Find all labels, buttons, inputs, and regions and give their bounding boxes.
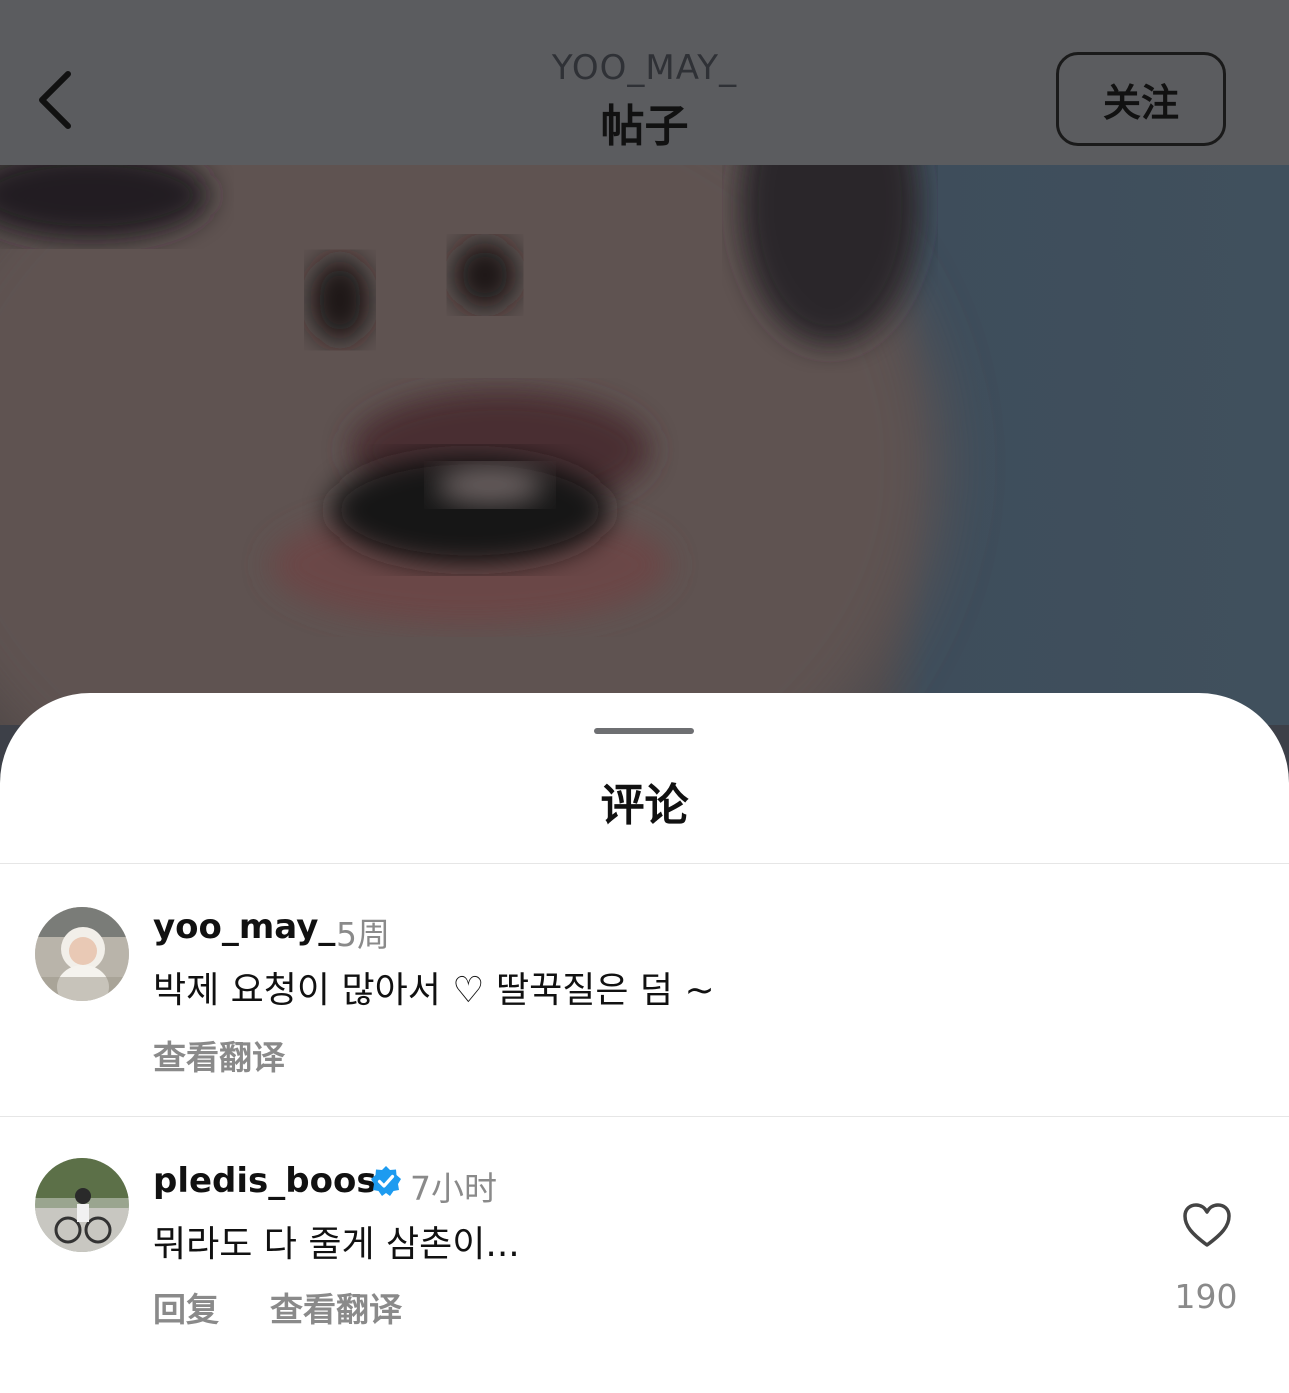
comment-text: 박제 요청이 많아서 ♡ 딸꾹질은 덤 ~ — [153, 970, 715, 1011]
comment-text: 뭐라도 다 줄게 삼촌이... — [153, 1224, 520, 1265]
like-count: 190 — [1174, 1277, 1238, 1316]
comment-time: 5周 — [336, 915, 390, 954]
post-image[interactable] — [0, 165, 1289, 725]
comments-sheet: 评论 yoo_may_ 5周 박제 요청이 많아서 ♡ 딸꾹질은 덤 ~ 查看翻… — [0, 693, 1289, 1393]
heart-icon[interactable] — [1182, 1202, 1232, 1248]
comments-title: 评论 — [600, 780, 689, 831]
verified-badge-icon — [371, 1166, 401, 1196]
comment-username[interactable]: pledis_boos — [153, 1161, 377, 1201]
see-translation-link[interactable]: 查看翻译 — [270, 1283, 402, 1331]
avatar[interactable] — [35, 907, 129, 1001]
reply-link[interactable]: 回复 — [153, 1283, 219, 1331]
divider — [0, 1116, 1289, 1117]
see-translation-link[interactable]: 查看翻译 — [153, 1031, 285, 1079]
follow-button[interactable]: 关注 — [1056, 52, 1226, 146]
comment-username[interactable]: yoo_may_ — [153, 907, 335, 947]
post-header: YOO_MAY_ 帖子 关注 — [0, 0, 1289, 165]
avatar[interactable] — [35, 1158, 129, 1252]
sheet-drag-handle[interactable] — [594, 728, 694, 734]
comment-time: 7小时 — [410, 1169, 497, 1208]
divider — [0, 863, 1289, 864]
